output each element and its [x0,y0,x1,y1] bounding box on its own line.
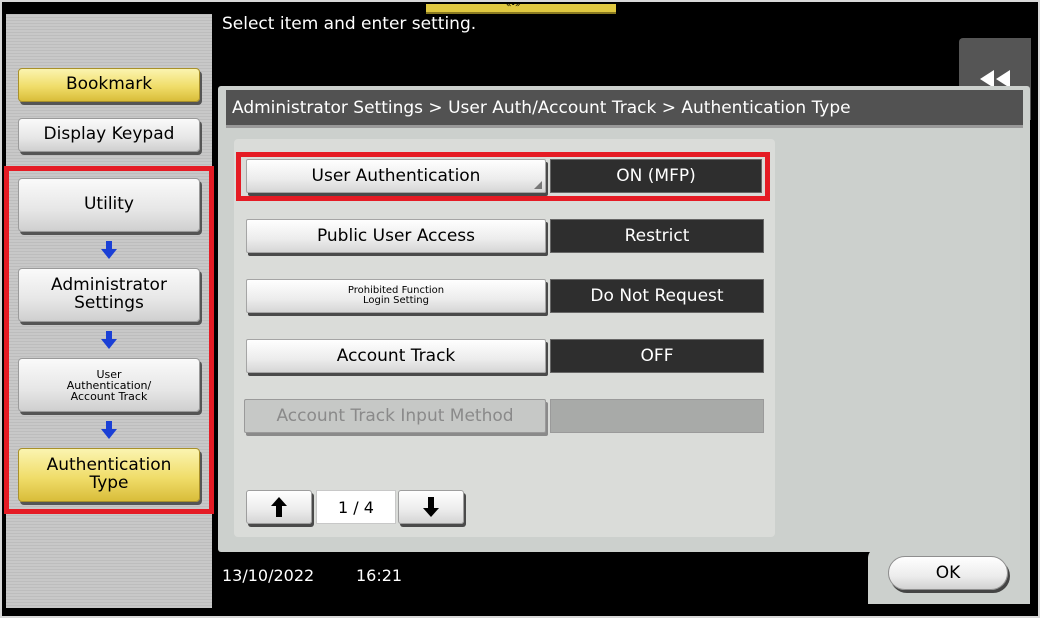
display-keypad-button[interactable]: Display Keypad [18,118,200,152]
public-user-access-button[interactable]: Public User Access [246,219,546,253]
prohibited-function-login-setting-value: Do Not Request [550,279,764,313]
path-administrator-settings-button[interactable]: Administrator Settings [18,268,200,322]
settings-list-side [776,139,1026,537]
instruction-message: Select item and enter setting. [222,14,477,34]
page-up-button[interactable] [246,490,312,524]
account-track-input-method-value [550,399,764,433]
prohibited-function-login-setting-button[interactable]: Prohibited Function Login Setting [246,279,546,313]
down-arrow-icon [101,421,117,439]
breadcrumb: Administrator Settings > User Auth/Accou… [226,90,1023,128]
bookmark-button[interactable]: Bookmark [18,68,200,102]
down-arrow-icon [101,331,117,349]
display-keypad-label: Display Keypad [43,124,175,145]
prohibited-function-login-setting-value-text: Do Not Request [590,286,724,306]
public-user-access-label: Public User Access [316,226,476,246]
user-authentication-label: User Authentication [311,166,481,186]
page-indicator: 1 / 4 [316,490,396,524]
path-administrator-settings-label: Administrator Settings [51,275,167,313]
page-down-button[interactable] [398,490,464,524]
account-track-button[interactable]: Account Track [246,339,546,373]
path-authentication-type-label: Authentication Type [46,455,172,493]
top-handle[interactable]: «•» [426,0,616,14]
prohibited-function-login-setting-label: Prohibited Function Login Setting [347,285,445,306]
path-user-auth-account-track-button[interactable]: User Authentication/ Account Track [18,358,200,412]
ok-button[interactable]: OK [888,556,1008,590]
settings-list [234,139,775,537]
user-authentication-value: ON (MFP) [550,159,762,193]
handle-glyph: «•» [506,0,520,10]
account-track-value-text: OFF [640,346,674,366]
path-authentication-type-button[interactable]: Authentication Type [18,448,200,502]
status-time: 16:21 [356,566,403,585]
user-authentication-button[interactable]: User Authentication [246,159,546,193]
page-indicator-text: 1 / 4 [338,497,374,517]
account-track-label: Account Track [336,346,456,366]
account-track-input-method-label: Account Track Input Method [276,406,514,426]
path-utility-button[interactable]: Utility [18,178,200,232]
status-date: 13/10/2022 [222,566,315,585]
arrow-down-icon [423,497,439,517]
account-track-value: OFF [550,339,764,373]
breadcrumb-text: Administrator Settings > User Auth/Accou… [232,97,851,118]
public-user-access-value: Restrict [550,219,764,253]
account-track-input-method-button: Account Track Input Method [244,399,546,433]
ok-label: OK [935,563,961,583]
arrow-up-icon [271,497,287,517]
bookmark-label: Bookmark [65,74,153,95]
path-user-auth-account-track-label: User Authentication/ Account Track [66,367,152,403]
down-arrow-icon [101,241,117,259]
corner-indicator-icon [534,181,542,189]
path-utility-label: Utility [83,194,134,215]
public-user-access-value-text: Restrict [624,226,690,246]
user-authentication-value-text: ON (MFP) [616,166,696,186]
